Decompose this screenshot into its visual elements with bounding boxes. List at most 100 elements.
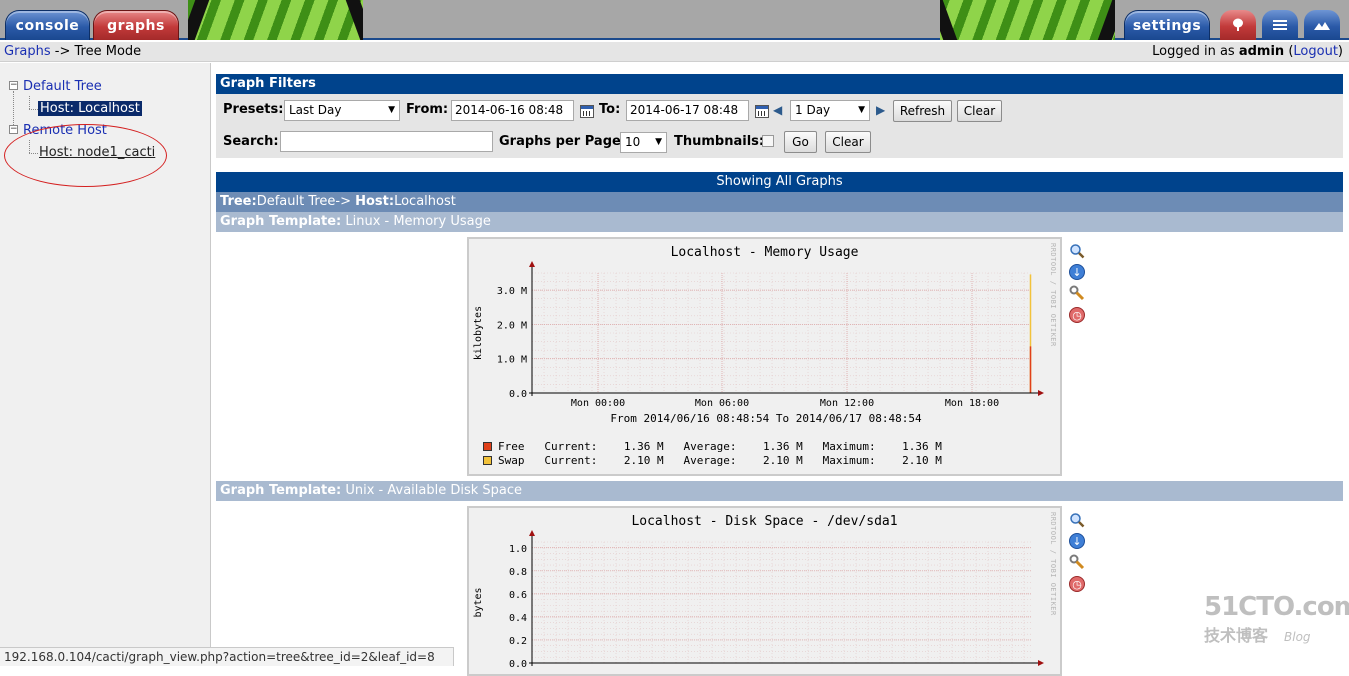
dropdown-arrow-icon: ▼	[858, 105, 865, 115]
legend-swatch-swap	[483, 456, 492, 465]
timespan-icon[interactable]: ◷	[1069, 307, 1085, 323]
y-axis-arrow	[529, 530, 535, 536]
preview-view-icon[interactable]	[1304, 10, 1340, 40]
breadcrumb-graphs-link[interactable]: Graphs	[4, 44, 51, 59]
y-tick-label: 1.0	[509, 544, 527, 555]
edit-graph-icon[interactable]	[1069, 285, 1085, 301]
y-tick-label: 0.2	[509, 636, 527, 647]
logout-link[interactable]: Logout	[1293, 44, 1338, 59]
login-prefix: Logged in as	[1152, 44, 1239, 59]
breadcrumb: Graphs -> Tree Mode	[4, 42, 141, 61]
tree-value: Default Tree	[256, 194, 336, 209]
thumbnails-label: Thumbnails:	[674, 134, 765, 149]
header-decoration-right	[940, 0, 1115, 40]
template-label: Graph Template:	[220, 214, 342, 229]
graph-filters-panel: Graph Filters Presets: Last Day ▼ From: 2…	[216, 74, 1343, 158]
graph-template-header: Graph Template: Unix - Available Disk Sp…	[216, 481, 1343, 501]
y-axis-label: kilobytes	[473, 306, 484, 360]
dropdown-arrow-icon: ▼	[655, 137, 662, 147]
highlight-circle	[4, 124, 167, 187]
graphs-per-page-select[interactable]: 10 ▼	[620, 132, 667, 153]
go-button[interactable]: Go	[784, 131, 817, 153]
y-tick-label: 3.0 M	[497, 286, 527, 297]
host-label: Host:	[355, 194, 395, 209]
from-date-input[interactable]: 2014-06-16 08:48	[451, 100, 574, 121]
y-tick-label: 0.4	[509, 613, 527, 624]
tree-collapse-icon[interactable]: −	[9, 125, 18, 134]
zoom-graph-icon[interactable]	[1069, 512, 1085, 528]
calendar-icon[interactable]	[580, 105, 594, 118]
tab-console[interactable]: console	[5, 10, 90, 40]
refresh-button[interactable]: Refresh	[893, 100, 952, 122]
x-tick-label: Mon 12:00	[820, 398, 874, 409]
shift-left-icon[interactable]: ◀	[773, 103, 782, 117]
list-view-icon[interactable]	[1262, 10, 1298, 40]
tree-leaf-localhost[interactable]: Host: Localhost	[38, 101, 142, 116]
disk-space-plot: 0.0 0.2 0.4 0.6 0.8 1.0 bytes	[473, 530, 1044, 670]
showing-all-graphs-header: Showing All Graphs	[216, 172, 1343, 192]
x-axis-arrow	[1038, 390, 1044, 396]
y-axis-arrow	[529, 261, 535, 267]
graphs-per-page-label: Graphs per Page:	[499, 134, 627, 149]
x-tick-label: Mon 18:00	[945, 398, 999, 409]
zoom-graph-icon[interactable]	[1069, 243, 1085, 259]
tree-arrow: ->	[335, 194, 356, 209]
thumbnails-checkbox[interactable]	[762, 135, 774, 147]
timespan-icon[interactable]: ◷	[1069, 576, 1085, 592]
login-status: Logged in as admin (Logout)	[1152, 44, 1343, 59]
y-tick-label: 1.0 M	[497, 355, 527, 366]
export-csv-icon[interactable]: ↓	[1069, 533, 1085, 549]
dropdown-arrow-icon: ▼	[388, 105, 395, 115]
y-axis-label: bytes	[473, 587, 484, 617]
tree-node-default-tree[interactable]: Default Tree	[23, 79, 102, 94]
y-tick-label: 0.0	[509, 389, 527, 400]
host-value: Localhost	[394, 194, 456, 209]
memory-usage-graph[interactable]: Localhost - Memory Usage RRDTOOL / TOBI …	[467, 237, 1062, 476]
breadcrumb-current: Tree Mode	[74, 44, 142, 59]
x-tick-label: Mon 06:00	[695, 398, 749, 409]
graphs-per-page-value: 10	[625, 135, 641, 149]
clear-filter-button[interactable]: Clear	[825, 131, 871, 153]
x-tick-label: Mon 00:00	[571, 398, 625, 409]
y-tick-label: 2.0 M	[497, 320, 527, 331]
site-watermark: 51CTO.com 技术博客 Blog	[1204, 592, 1349, 646]
graph-time-range: From 2014/06/16 08:48:54 To 2014/06/17 0…	[610, 412, 922, 425]
y-tick-label: 0.8	[509, 567, 527, 578]
tree-collapse-icon[interactable]: −	[9, 81, 18, 90]
template-label: Graph Template:	[220, 483, 342, 498]
presets-select[interactable]: Last Day ▼	[284, 100, 400, 121]
graph-template-header: Graph Template: Linux - Memory Usage	[216, 212, 1343, 232]
export-csv-icon[interactable]: ↓	[1069, 264, 1085, 280]
breadcrumb-separator: ->	[50, 44, 75, 59]
x-axis-arrow	[1038, 660, 1044, 666]
edit-graph-icon[interactable]	[1069, 554, 1085, 570]
from-label: From:	[406, 102, 449, 117]
template-name: Unix - Available Disk Space	[345, 483, 523, 498]
tab-graphs[interactable]: graphs	[93, 10, 179, 40]
y-tick-label: 0.6	[509, 590, 527, 601]
disk-space-graph[interactable]: Localhost - Disk Space - /dev/sda1 RRDTO…	[467, 506, 1062, 676]
tree-view-icon[interactable]	[1220, 10, 1256, 40]
calendar-icon[interactable]	[755, 105, 769, 118]
search-input[interactable]	[280, 131, 493, 152]
to-label: To:	[599, 102, 621, 117]
timespan-select[interactable]: 1 Day ▼	[790, 100, 870, 121]
header-decoration	[188, 0, 363, 40]
clear-dates-button[interactable]: Clear	[957, 100, 1002, 122]
memory-usage-plot: 0.0 1.0 M 2.0 M 3.0 M Mon 00:00 Mon 06:00 Mon …	[473, 261, 1044, 425]
presets-value: Last Day	[289, 103, 342, 117]
tree-label: Tree:	[220, 194, 257, 209]
legend-row-swap: Swap Current: 2.10 M Average: 2.10 M Max…	[483, 454, 942, 467]
watermark-sub: 技术博客	[1204, 626, 1269, 645]
to-date-input[interactable]: 2014-06-17 08:48	[626, 100, 749, 121]
shift-right-icon[interactable]: ▶	[876, 103, 885, 117]
legend-swatch-free	[483, 442, 492, 451]
login-user: admin	[1238, 44, 1285, 59]
template-name: Linux - Memory Usage	[345, 214, 491, 229]
top-tab-bar: console graphs settings	[0, 0, 1349, 40]
watermark-blog: Blog	[1284, 630, 1311, 644]
status-bar-url: 192.168.0.104/cacti/graph_view.php?actio…	[0, 647, 454, 666]
breadcrumb-bar: Graphs -> Tree Mode Logged in as admin (…	[0, 42, 1349, 62]
legend-row-free: Free Current: 1.36 M Average: 1.36 M Max…	[483, 440, 942, 453]
tab-settings[interactable]: settings	[1124, 10, 1210, 40]
